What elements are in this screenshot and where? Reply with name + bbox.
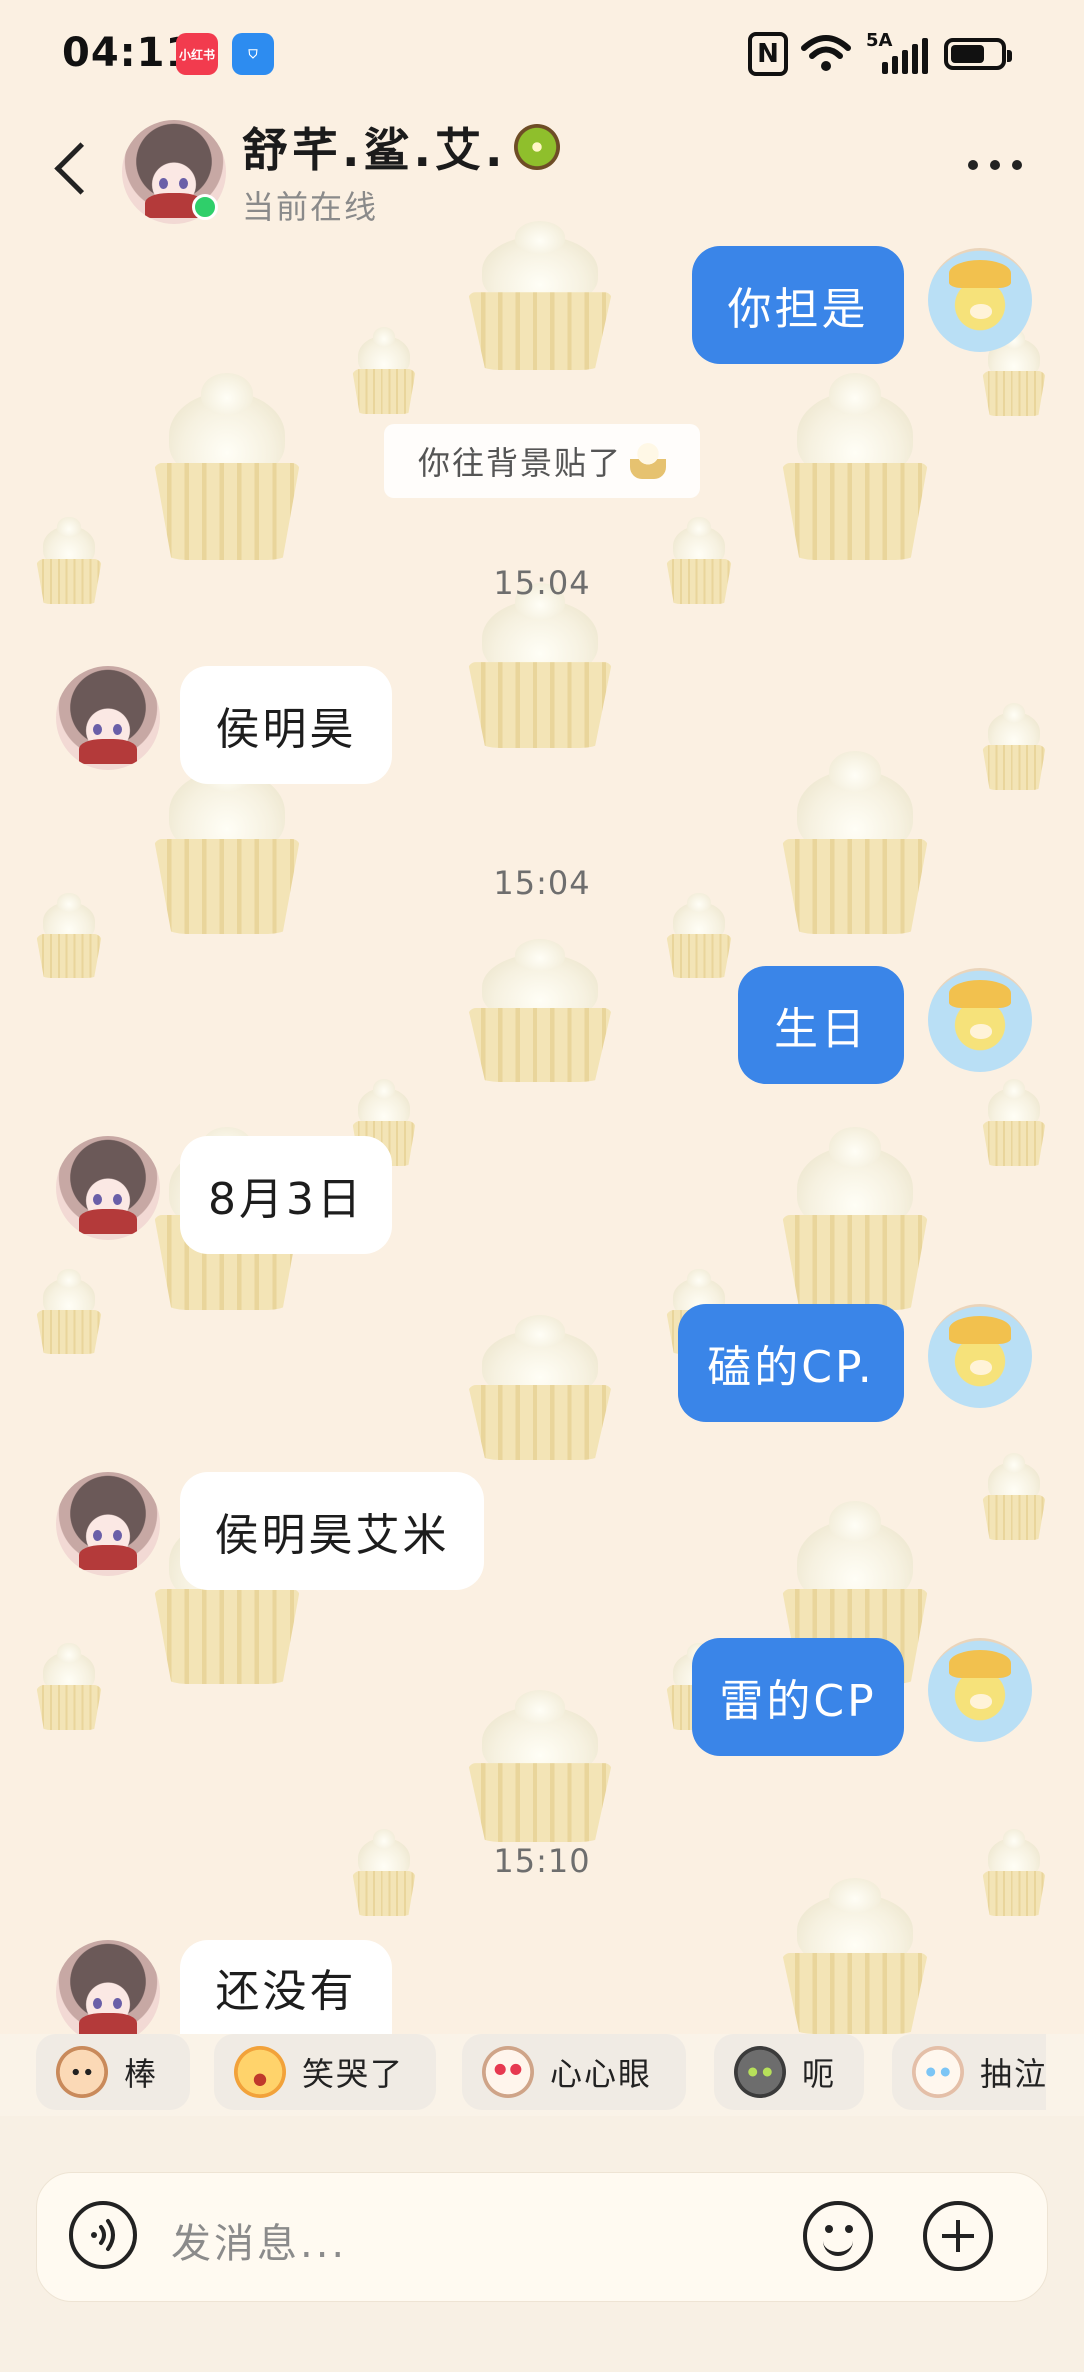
nfc-icon: N [748,32,788,76]
contact-name-text: 舒芊.鲨.艾. [242,123,507,177]
online-status-dot [192,194,218,220]
contact-name[interactable]: 舒芊.鲨.艾. [242,114,561,180]
cupcake-sticker-icon [630,443,666,479]
quick-reply-label: 心心眼 [550,2055,653,2093]
cupcake-decoration [36,893,102,978]
more-options-icon[interactable] [968,160,1038,180]
quick-reply-chip[interactable]: 棒 [36,2034,190,2110]
quick-reply-chip[interactable]: 心心眼 [462,2034,686,2110]
message-bubble-incoming[interactable]: 8月3日 [180,1136,392,1254]
cupcake-decoration [36,1643,102,1730]
quick-reply-bar: 棒 笑哭了 心心眼 呃 抽泣 [0,2034,1084,2116]
cupcake-decoration [468,1690,612,1842]
timestamp: 15:04 [493,864,591,902]
quick-reply-label: 笑哭了 [302,2055,405,2093]
timestamp: 15:10 [493,1842,591,1880]
system-notice-text: 你往背景贴了 [417,444,622,482]
cupcake-decoration [982,1079,1046,1166]
my-avatar[interactable] [928,1638,1032,1742]
cupcake-decoration [468,220,612,370]
contact-avatar[interactable] [56,666,160,770]
cupcake-decoration [468,1315,612,1460]
grumpy-cat-emoji-icon [734,2046,786,2098]
sobbing-emoji-icon [912,2046,964,2098]
cupcake-decoration [154,751,300,934]
quick-reply-chip[interactable]: 笑哭了 [214,2034,436,2110]
message-bubble-incoming[interactable]: 侯明昊艾米 [180,1472,484,1590]
contact-avatar[interactable] [56,1472,160,1576]
message-input[interactable]: 发消息... [36,2172,1048,2302]
emoji-icon[interactable] [803,2201,873,2271]
my-avatar[interactable] [928,968,1032,1072]
quick-reply-label: 棒 [124,2055,159,2093]
kiwi-emoji-icon [514,124,561,170]
timestamp: 15:04 [493,564,591,602]
contact-avatar[interactable] [56,1940,160,2044]
contact-avatar[interactable] [56,1136,160,1240]
system-notice: 你往背景贴了 [384,424,700,498]
plus-icon[interactable] [923,2201,993,2271]
cupcake-decoration [468,583,612,748]
quick-reply-chip[interactable]: 呃 [714,2034,864,2110]
cupcake-decoration [982,703,1046,790]
heart-eyes-emoji-icon [482,2046,534,2098]
quick-reply-label: 抽泣 [980,2055,1046,2093]
contact-online-status: 当前在线 [242,188,379,226]
cupcake-decoration [154,372,300,560]
wifi-icon [800,32,852,86]
battery-icon [944,38,1012,70]
composer: 发消息... [0,2116,1084,2372]
cupcake-decoration [782,751,928,934]
my-avatar[interactable] [928,248,1032,352]
quick-reply-chip[interactable]: 抽泣 [892,2034,1046,2110]
my-avatar[interactable] [928,1304,1032,1408]
xiaohongshu-notification-icon: 小红书 [176,33,218,75]
cupcake-decoration [468,939,612,1082]
cellular-signal-icon: 5A [866,30,932,74]
message-input-placeholder: 发消息... [171,2221,348,2267]
quick-reply-label: 呃 [802,2055,837,2093]
message-bubble-incoming[interactable]: 还没有 [180,1940,392,2034]
message-bubble-outgoing[interactable]: 雷的CP [692,1638,904,1756]
status-bar: 04:11 小红书 ⛉ N 5A [0,0,1084,110]
message-bubble-outgoing[interactable]: 你担是 [692,246,904,364]
cupcake-decoration [666,893,732,978]
back-icon[interactable] [50,140,100,200]
chat-header: 舒芊.鲨.艾. 当前在线 [0,110,1084,230]
cupcake-decoration [982,1453,1046,1540]
cat-thumbs-up-emoji-icon [56,2046,108,2098]
message-bubble-incoming[interactable]: 侯明昊 [180,666,392,784]
cupcake-decoration [782,1127,928,1310]
cupcake-decoration [36,1269,102,1354]
message-bubble-outgoing[interactable]: 生日 [738,966,904,1084]
shield-notification-icon: ⛉ [232,33,274,75]
cupcake-decoration [782,1878,928,2034]
cupcake-decoration [782,372,928,560]
clock: 04:11 [62,30,195,76]
message-bubble-outgoing[interactable]: 磕的CP. [678,1304,904,1422]
laughing-crying-emoji-icon [234,2046,286,2098]
voice-input-icon[interactable] [69,2201,137,2269]
cupcake-decoration [352,327,416,414]
